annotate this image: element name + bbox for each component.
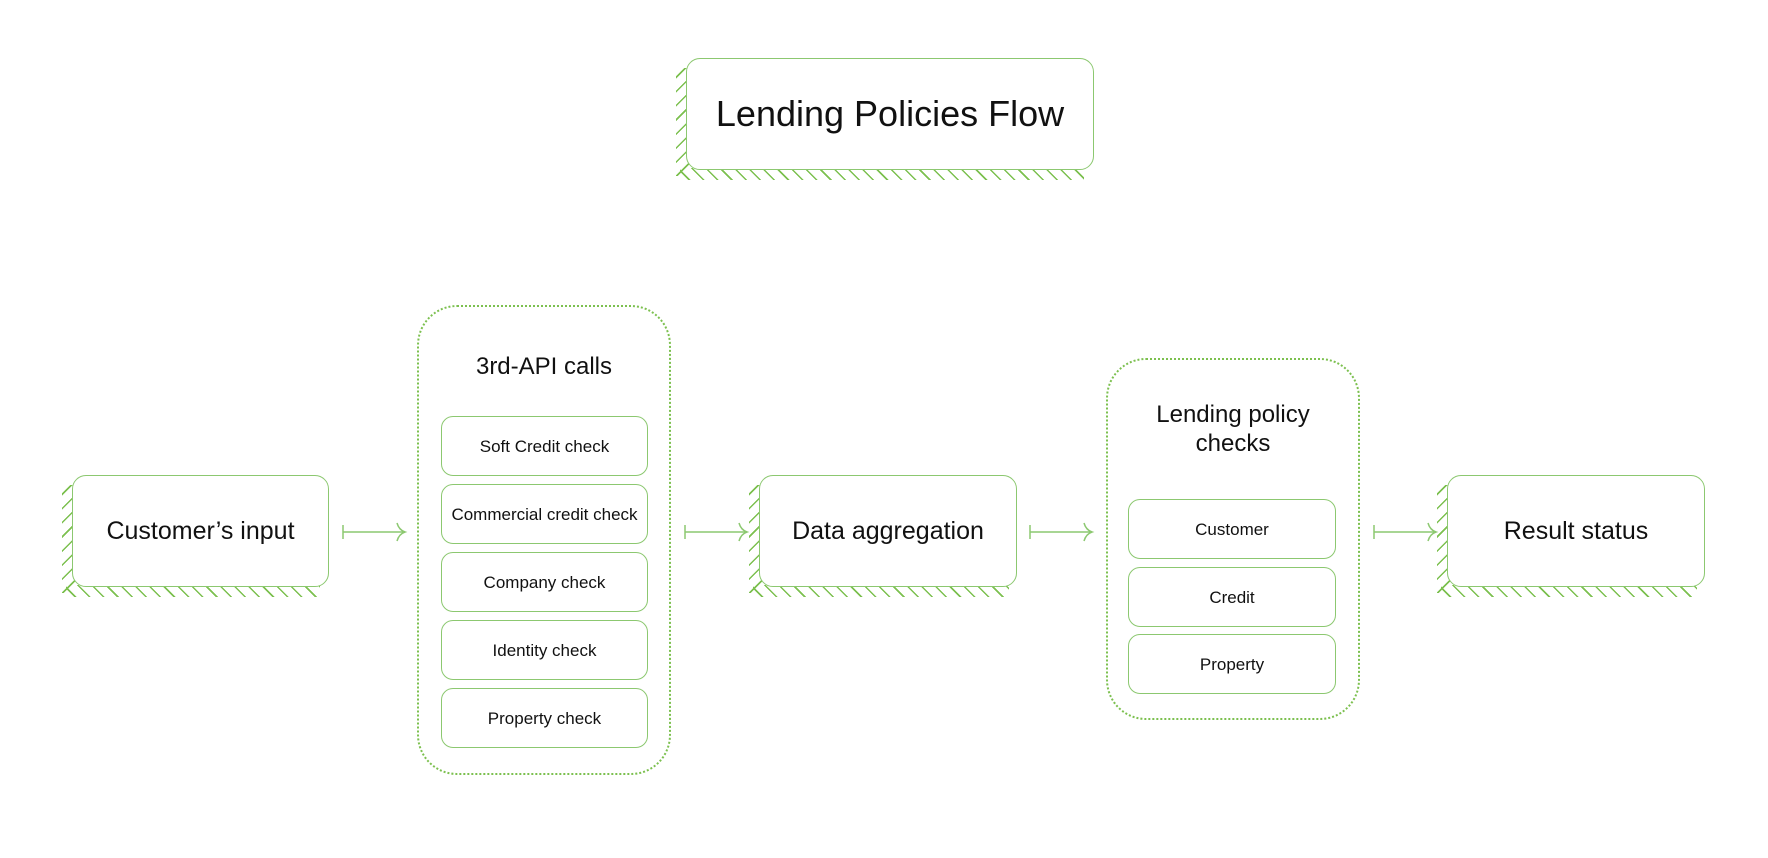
policy-item-customer[interactable]: Customer — [1128, 499, 1336, 559]
arrow-policy-to-result — [1373, 522, 1439, 542]
result-status-node[interactable]: Result status — [1447, 475, 1705, 587]
page-title: Lending Policies Flow — [715, 93, 1065, 134]
result-status-label: Result status — [1503, 516, 1649, 545]
data-aggregation-node[interactable]: Data aggregation — [759, 475, 1017, 587]
api-item-soft-credit-check[interactable]: Soft Credit check — [441, 416, 648, 476]
third-party-api-group-title: 3rd-API calls — [475, 353, 613, 380]
arrow-aggregation-to-policy — [1029, 522, 1095, 542]
api-item-commercial-credit-check[interactable]: Commercial credit check — [441, 484, 648, 544]
api-item-identity-check[interactable]: Identity check — [441, 620, 648, 680]
api-item-company-check[interactable]: Company check — [441, 552, 648, 612]
customer-input-label: Customer’s input — [106, 516, 295, 545]
policy-item-property[interactable]: Property — [1128, 634, 1336, 694]
arrow-customer-to-api — [342, 522, 408, 542]
title-box: Lending Policies Flow — [686, 58, 1094, 170]
api-item-property-check[interactable]: Property check — [441, 688, 648, 748]
customer-input-node[interactable]: Customer’s input — [72, 475, 329, 587]
arrow-api-to-aggregation — [684, 522, 750, 542]
data-aggregation-label: Data aggregation — [792, 516, 984, 545]
lending-policy-group-title: Lending policy checks — [1156, 401, 1310, 457]
policy-item-credit[interactable]: Credit — [1128, 567, 1336, 627]
